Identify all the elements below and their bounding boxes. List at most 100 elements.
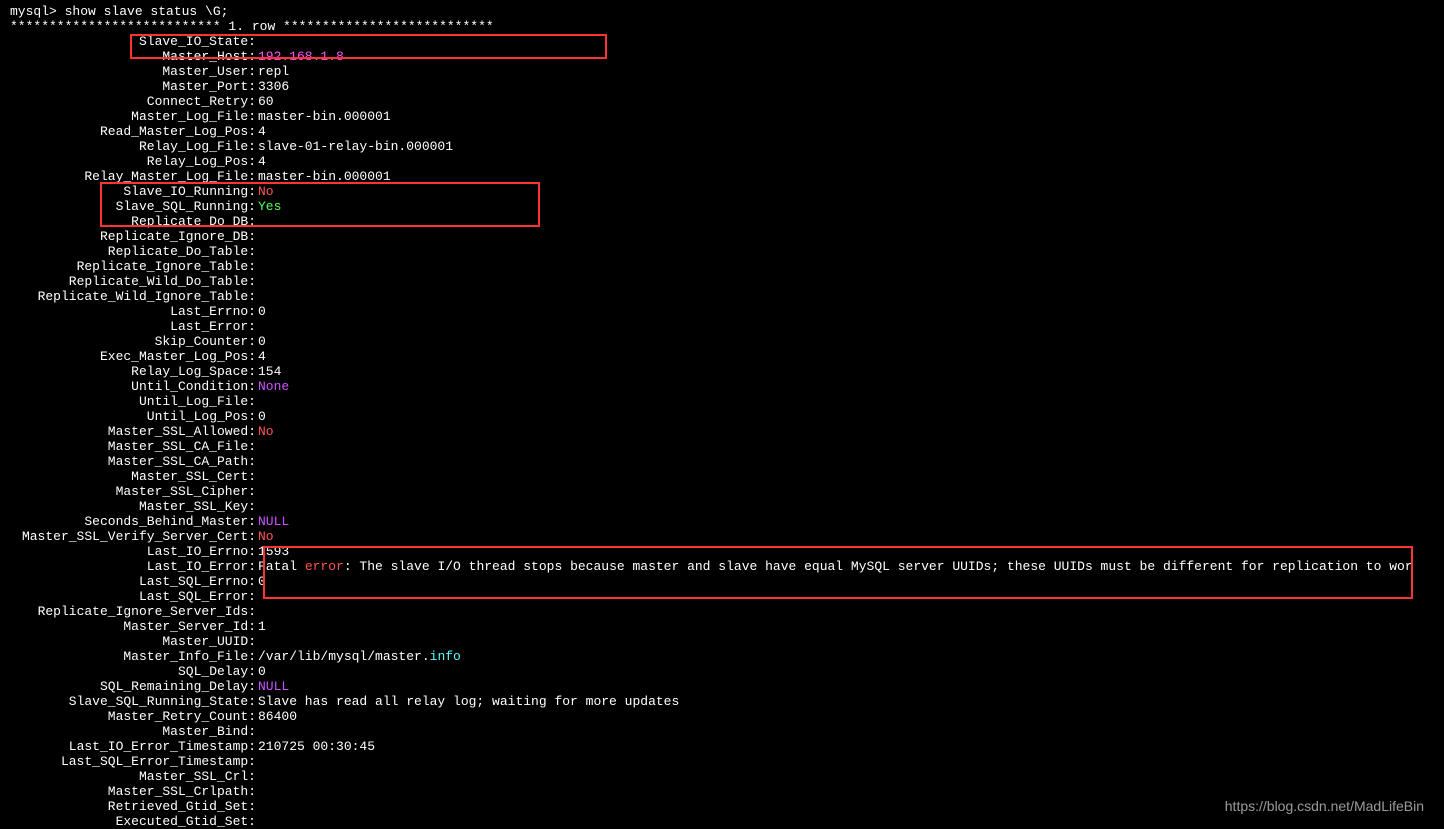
row-label: Replicate_Wild_Do_Table: [10, 274, 258, 289]
watermark: https://blog.csdn.net/MadLifeBin [1225, 799, 1424, 814]
row-value: No [258, 424, 274, 439]
status-row: Master_SSL_Cert: [10, 469, 1444, 484]
row-label: Master_SSL_Allowed: [10, 424, 258, 439]
row-value: NULL [258, 514, 289, 529]
status-row: Master_Bind: [10, 724, 1444, 739]
status-row: Slave_IO_State: [10, 34, 1444, 49]
row-label: Slave_IO_State: [10, 34, 258, 49]
row-label: Exec_Master_Log_Pos: [10, 349, 258, 364]
status-row: Master_SSL_Crl: [10, 769, 1444, 784]
row-label: Executed_Gtid_Set: [10, 814, 258, 829]
row-value: Slave has read all relay log; waiting fo… [258, 694, 679, 709]
row-label: Master_Log_File: [10, 109, 258, 124]
status-row: Slave_IO_Running: No [10, 184, 1444, 199]
status-row: Until_Log_File: [10, 394, 1444, 409]
status-row: Relay_Log_Space: 154 [10, 364, 1444, 379]
row-label: Master_SSL_Verify_Server_Cert: [10, 529, 258, 544]
row-value: 86400 [258, 709, 297, 724]
row-label: Master_SSL_CA_Path: [10, 454, 258, 469]
row-value: 3306 [258, 79, 289, 94]
row-label: Until_Log_Pos: [10, 409, 258, 424]
status-row: Last_IO_Errno: 1593 [10, 544, 1444, 559]
row-value: 0 [258, 334, 266, 349]
row-label: Connect_Retry: [10, 94, 258, 109]
status-row: Replicate_Do_DB: [10, 214, 1444, 229]
row-label: Master_Info_File: [10, 649, 258, 664]
row-label: Last_SQL_Errno: [10, 574, 258, 589]
status-row: Master_SSL_Key: [10, 499, 1444, 514]
status-row: Seconds_Behind_Master: NULL [10, 514, 1444, 529]
status-row: Replicate_Ignore_DB: [10, 229, 1444, 244]
status-row: Master_SSL_CA_File: [10, 439, 1444, 454]
status-row: Master_UUID: [10, 634, 1444, 649]
row-label: SQL_Remaining_Delay: [10, 679, 258, 694]
status-row: Relay_Log_File: slave-01-relay-bin.00000… [10, 139, 1444, 154]
row-label: Replicate_Do_Table: [10, 244, 258, 259]
row-label: Slave_IO_Running: [10, 184, 258, 199]
row-label: Slave_SQL_Running_State: [10, 694, 258, 709]
status-row: Master_SSL_Allowed: No [10, 424, 1444, 439]
row-label: Relay_Master_Log_File: [10, 169, 258, 184]
status-row: Last_SQL_Error: [10, 589, 1444, 604]
row-label: Retrieved_Gtid_Set: [10, 799, 258, 814]
status-row: Replicate_Ignore_Table: [10, 259, 1444, 274]
status-row: Relay_Log_Pos: 4 [10, 154, 1444, 169]
row-value: 1593 [258, 544, 289, 559]
status-row: Last_SQL_Error_Timestamp: [10, 754, 1444, 769]
status-row: Master_Info_File: /var/lib/mysql/master.… [10, 649, 1444, 664]
row-value: 0 [258, 304, 266, 319]
row-label: Master_Port: [10, 79, 258, 94]
row-label: Until_Log_File: [10, 394, 258, 409]
status-row: Relay_Master_Log_File: master-bin.000001 [10, 169, 1444, 184]
row-label: Last_IO_Error: [10, 559, 258, 574]
row-label: Master_User: [10, 64, 258, 79]
row-value: 60 [258, 94, 274, 109]
row-value: 4 [258, 349, 266, 364]
row-label: Master_SSL_CA_File: [10, 439, 258, 454]
row-value: None [258, 379, 289, 394]
status-row: Last_IO_Error: Fatal error: The slave I/… [10, 559, 1444, 574]
row-label: Master_SSL_Cipher: [10, 484, 258, 499]
row-label: Replicate_Ignore_DB: [10, 229, 258, 244]
status-row: Last_Error: [10, 319, 1444, 334]
row-label: Master_Host: [10, 49, 258, 64]
status-row: Last_Errno: 0 [10, 304, 1444, 319]
row-label: Replicate_Wild_Ignore_Table: [10, 289, 258, 304]
status-row: Exec_Master_Log_Pos: 4 [10, 349, 1444, 364]
row-label: Last_SQL_Error: [10, 589, 258, 604]
row-value: No [258, 184, 274, 199]
row-value: 0 [258, 664, 266, 679]
row-value: Yes [258, 199, 281, 214]
row-label: Master_SSL_Key: [10, 499, 258, 514]
status-rows: Slave_IO_State: Master_Host: 192.168.1.8… [10, 34, 1444, 829]
row-label: Master_UUID: [10, 634, 258, 649]
row-label: Last_SQL_Error_Timestamp: [10, 754, 258, 769]
row-label: Master_SSL_Crl: [10, 769, 258, 784]
status-row: Slave_SQL_Running: Yes [10, 199, 1444, 214]
status-row: Skip_Counter: 0 [10, 334, 1444, 349]
status-row: Master_Server_Id: 1 [10, 619, 1444, 634]
row-value: No [258, 529, 274, 544]
row-label: Last_IO_Error_Timestamp: [10, 739, 258, 754]
row-label: Replicate_Ignore_Table: [10, 259, 258, 274]
row-value: 4 [258, 154, 266, 169]
status-row: SQL_Delay: 0 [10, 664, 1444, 679]
row-label: Read_Master_Log_Pos: [10, 124, 258, 139]
row-value: 0 [258, 409, 266, 424]
row-label: Master_Retry_Count: [10, 709, 258, 724]
status-row: Master_Port: 3306 [10, 79, 1444, 94]
row-value: repl [258, 64, 289, 79]
status-row: Connect_Retry: 60 [10, 94, 1444, 109]
status-row: Read_Master_Log_Pos: 4 [10, 124, 1444, 139]
row-label: Until_Condition: [10, 379, 258, 394]
row-value: 192.168.1.8 [258, 49, 344, 64]
row-label: Master_SSL_Crlpath: [10, 784, 258, 799]
status-row: Executed_Gtid_Set: [10, 814, 1444, 829]
status-row: Master_SSL_Cipher: [10, 484, 1444, 499]
status-row: Master_User: repl [10, 64, 1444, 79]
row-label: Replicate_Do_DB: [10, 214, 258, 229]
row-label: Relay_Log_Pos: [10, 154, 258, 169]
row-label: Skip_Counter: [10, 334, 258, 349]
status-row: Master_Host: 192.168.1.8 [10, 49, 1444, 64]
status-row: Last_IO_Error_Timestamp: 210725 00:30:45 [10, 739, 1444, 754]
